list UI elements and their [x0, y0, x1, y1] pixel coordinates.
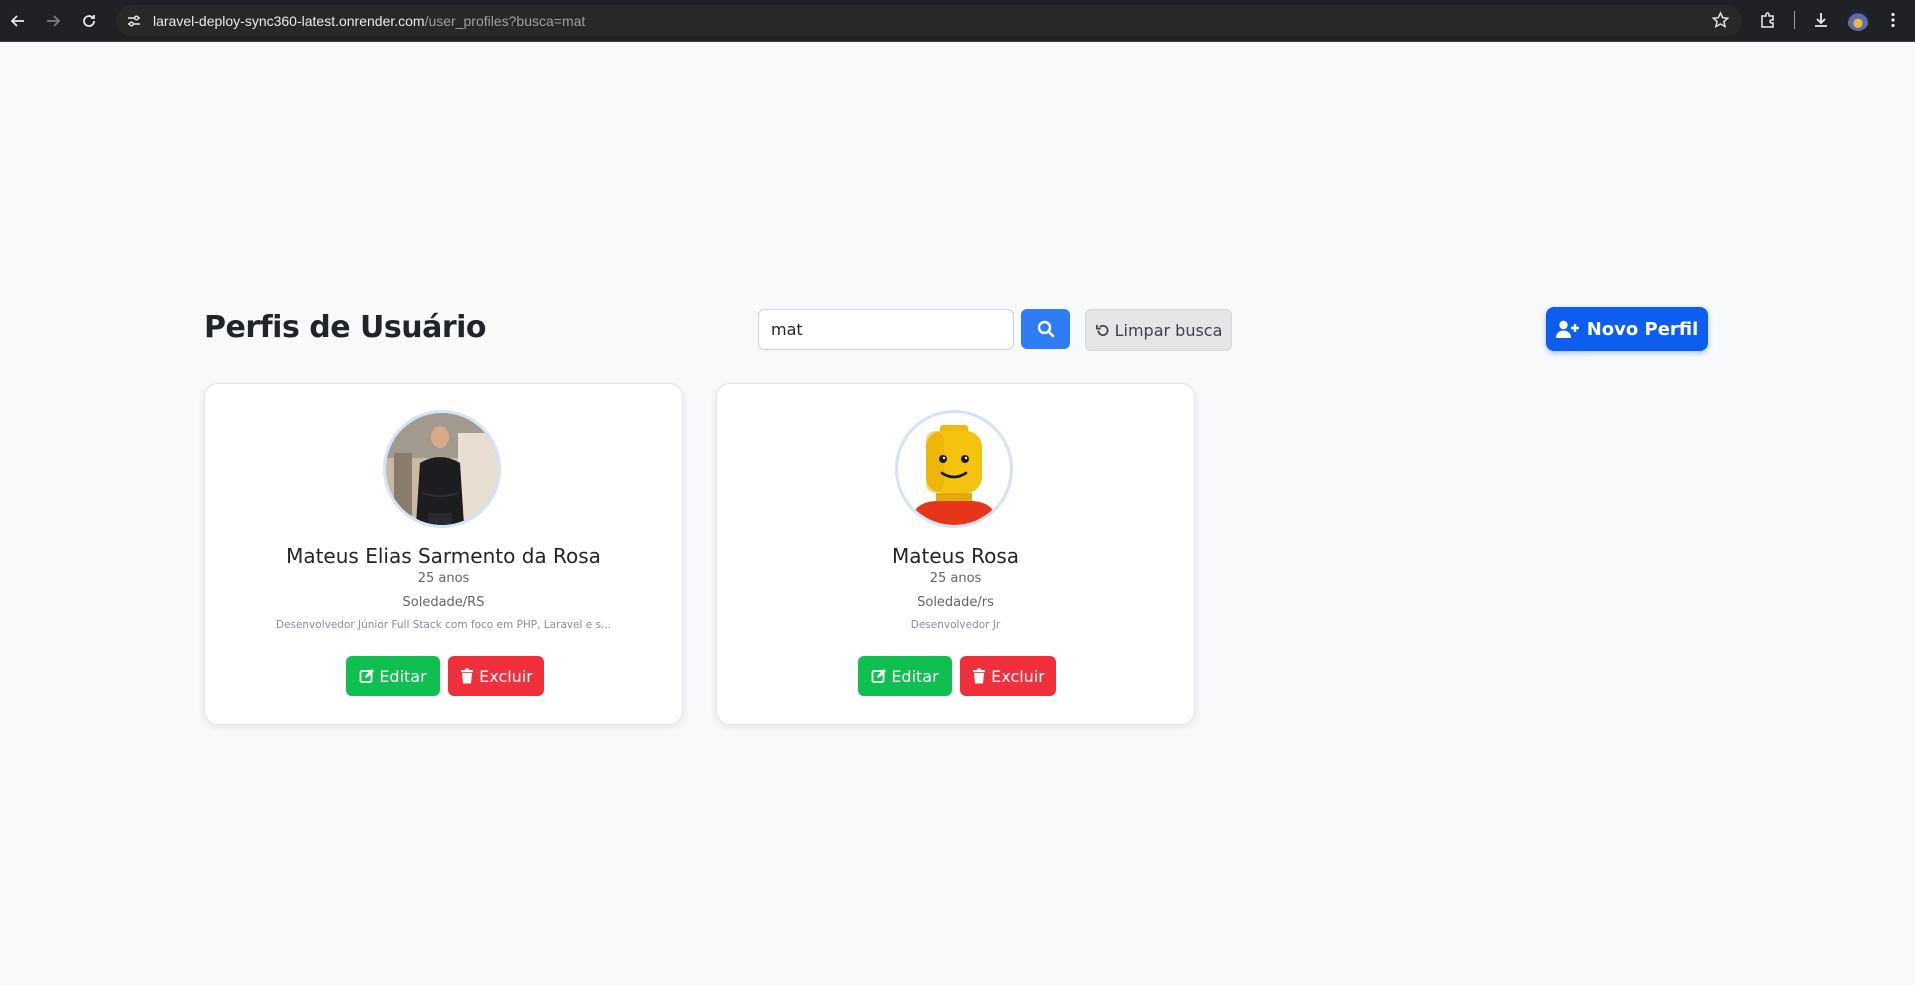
profile-bio: Desenvolvedor Jr — [910, 619, 1001, 631]
search-icon — [1037, 320, 1054, 338]
site-info-icon[interactable] — [124, 11, 144, 31]
delete-button[interactable]: Excluir — [960, 656, 1056, 696]
profile-card: Mateus Rosa 25 anos Soledade/rs Desenvol… — [716, 383, 1195, 725]
profile-photo — [383, 410, 501, 528]
trash-icon — [461, 668, 474, 684]
edit-button[interactable]: Editar — [346, 656, 440, 696]
trash-icon — [973, 668, 986, 684]
back-arrow-icon — [10, 15, 24, 27]
toolbar-divider — [1794, 11, 1795, 29]
profile-city: Soledade/RS — [402, 595, 485, 610]
delete-button[interactable]: Excluir — [448, 656, 544, 696]
profile-name: Mateus Rosa — [891, 544, 1020, 568]
url-path: /user_profiles?busca=mat — [424, 12, 586, 29]
clear-search-label: Limpar busca — [1114, 320, 1223, 340]
edit-label: Editar — [379, 666, 427, 686]
browser-profile-avatar[interactable] — [1847, 9, 1869, 31]
search-input[interactable] — [758, 309, 1014, 350]
browser-toolbar: laravel-deploy-sync360-latest.onrender.c… — [0, 0, 1915, 42]
url-text: laravel-deploy-sync360-latest.onrender.c… — [153, 13, 585, 29]
forward-arrow-icon — [47, 15, 61, 27]
profile-card: Mateus Elias Sarmento da Rosa 25 anos So… — [204, 383, 683, 725]
edit-icon — [871, 669, 887, 683]
new-profile-button[interactable]: Novo Perfil — [1546, 307, 1708, 351]
address-bar[interactable]: laravel-deploy-sync360-latest.onrender.c… — [116, 5, 1742, 36]
user-plus-icon — [1555, 320, 1579, 338]
profile-age: 25 anos — [929, 571, 982, 586]
bookmark-star-icon[interactable] — [1711, 11, 1730, 30]
reload-button[interactable] — [75, 7, 103, 35]
profile-photo — [895, 410, 1013, 528]
profile-name: Mateus Elias Sarmento da Rosa — [286, 544, 601, 568]
profile-bio: Desenvolvedor Júnior Full Stack com foco… — [275, 619, 612, 631]
profile-city: Soledade/rs — [917, 595, 994, 610]
delete-label: Excluir — [991, 666, 1045, 686]
profile-age: 25 anos — [417, 571, 470, 586]
extensions-icon[interactable] — [1757, 9, 1779, 31]
forward-button[interactable] — [39, 7, 67, 35]
download-icon[interactable] — [1810, 9, 1832, 31]
edit-button[interactable]: Editar — [858, 656, 952, 696]
delete-label: Excluir — [479, 666, 533, 686]
clear-search-button[interactable]: Limpar busca — [1085, 309, 1232, 351]
edit-label: Editar — [891, 666, 939, 686]
undo-icon — [1095, 324, 1109, 336]
page-title: Perfis de Usuário — [204, 310, 487, 345]
new-profile-label: Novo Perfil — [1586, 318, 1699, 340]
back-button[interactable] — [4, 7, 32, 35]
reload-icon — [83, 15, 95, 27]
edit-icon — [359, 669, 375, 683]
search-button[interactable] — [1021, 309, 1070, 349]
menu-kebab-icon[interactable] — [1882, 9, 1904, 31]
url-host: laravel-deploy-sync360-latest.onrender.c… — [153, 12, 425, 29]
